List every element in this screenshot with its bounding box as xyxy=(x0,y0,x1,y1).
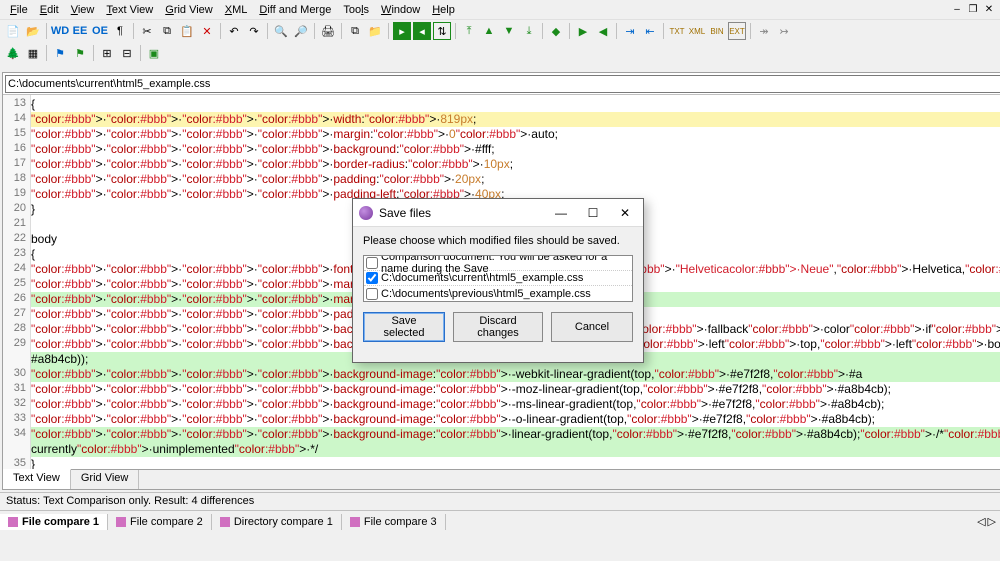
first-diff-icon[interactable]: ⤒ xyxy=(460,22,478,40)
left-pane-header: ▾ 📂 💾 💾 🔄 xyxy=(3,73,1000,95)
doctab-2[interactable]: File compare 2 xyxy=(108,514,212,530)
doctab-icon xyxy=(220,517,230,527)
tab-prev-icon[interactable]: ◁ xyxy=(977,515,985,528)
toolbar-secondary: 🌲 ▦ ⚑ ⚑ ⊞ ⊟ ▣ xyxy=(0,42,1000,64)
save-files-dialog: Save files — ☐ ✕ Please choose which mod… xyxy=(352,198,644,363)
ee-icon[interactable]: EE xyxy=(71,22,89,40)
flag-green-icon[interactable]: ⚑ xyxy=(71,44,89,62)
collapse-icon[interactable]: ⊟ xyxy=(118,44,136,62)
menu-gridview[interactable]: Grid View xyxy=(159,2,219,18)
copy-icon[interactable]: ⧉ xyxy=(158,22,176,40)
compare-dirs-icon[interactable]: 📁 xyxy=(366,22,384,40)
menu-file[interactable]: File xyxy=(4,2,34,18)
oe-icon[interactable]: OE xyxy=(91,22,109,40)
flag-blue-icon[interactable]: ⚑ xyxy=(51,44,69,62)
left-gutter: 1314151617181920212223242526272829303132… xyxy=(3,95,31,469)
tree-icon[interactable]: 🌲 xyxy=(4,44,22,62)
dialog-row[interactable]: Comparison document: You will be asked f… xyxy=(364,256,632,271)
paste-icon[interactable]: 📋 xyxy=(178,22,196,40)
quick-nav2-icon[interactable]: ↣ xyxy=(775,22,793,40)
quick-nav-icon[interactable]: ↠ xyxy=(755,22,773,40)
new-icon[interactable]: 📄 xyxy=(4,22,22,40)
expand-icon[interactable]: ⊞ xyxy=(98,44,116,62)
menu-xml[interactable]: XML xyxy=(219,2,254,18)
doctab-icon xyxy=(116,517,126,527)
mode-xml-icon[interactable]: XML xyxy=(688,22,706,40)
menu-view[interactable]: View xyxy=(65,2,101,18)
close-icon[interactable]: ✕ xyxy=(982,4,996,15)
mode-txt-icon[interactable]: TXT xyxy=(668,22,686,40)
tab-next-icon[interactable]: ▷ xyxy=(988,515,996,528)
row-checkbox[interactable] xyxy=(366,272,378,284)
save-selected-button[interactable]: Save selected xyxy=(363,312,445,342)
menu-window[interactable]: Window xyxy=(375,2,426,18)
document-tabs: File compare 1 File compare 2 Directory … xyxy=(0,510,1000,532)
cancel-button[interactable]: Cancel xyxy=(551,312,633,342)
menu-bar: File Edit View Text View Grid View XML D… xyxy=(0,0,1000,20)
doctab-3[interactable]: Directory compare 1 xyxy=(212,514,342,530)
dialog-close-icon[interactable]: ✕ xyxy=(613,206,637,220)
dialog-row[interactable]: C:\documents\previous\html5_example.css xyxy=(364,286,632,301)
redo-icon[interactable]: ↷ xyxy=(245,22,263,40)
row-checkbox[interactable] xyxy=(366,257,378,269)
delete-icon[interactable]: ✕ xyxy=(198,22,216,40)
status-bar: Status: Text Comparison only. Result: 4 … xyxy=(0,492,1000,510)
tab-text-view[interactable]: Text View xyxy=(3,469,71,489)
current-diff-icon[interactable]: ◆ xyxy=(547,22,565,40)
prev-diff-icon[interactable]: ▲ xyxy=(480,22,498,40)
sync-scroll-icon[interactable]: ⇅ xyxy=(433,22,451,40)
dialog-maximize-icon[interactable]: ☐ xyxy=(581,206,605,220)
mode-ext-icon[interactable]: EXT xyxy=(728,22,746,40)
merge-left-icon[interactable]: ◂ xyxy=(413,22,431,40)
app-icon xyxy=(359,206,373,220)
mode-bin-icon[interactable]: BIN xyxy=(708,22,726,40)
row-checkbox[interactable] xyxy=(366,288,378,300)
copy-l2r-icon[interactable]: ▶ xyxy=(574,22,592,40)
doctab-icon xyxy=(8,517,18,527)
doctab-icon xyxy=(350,517,360,527)
table-icon[interactable]: ▦ xyxy=(24,44,42,62)
run-diff-icon[interactable]: ▸ xyxy=(393,22,411,40)
dialog-file-list: Comparison document: You will be asked f… xyxy=(363,255,633,302)
menu-tools[interactable]: Tools xyxy=(337,2,375,18)
toolbar-main: 📄 📂 WD EE OE ¶ ✂ ⧉ 📋 ✕ ↶ ↷ 🔍 🔎 🖨 ⧉ 📁 ▸ ◂… xyxy=(0,20,1000,42)
export-icon[interactable]: ⇥ xyxy=(621,22,639,40)
open-icon[interactable]: 📂 xyxy=(24,22,42,40)
find-icon[interactable]: 🔍 xyxy=(272,22,290,40)
wd-icon[interactable]: WD xyxy=(51,22,69,40)
dialog-title: Save files xyxy=(379,206,431,220)
copy-r2l-icon[interactable]: ◀ xyxy=(594,22,612,40)
doctab-4[interactable]: File compare 3 xyxy=(342,514,446,530)
print-icon[interactable]: 🖨 xyxy=(319,22,337,40)
next-diff-icon[interactable]: ▼ xyxy=(500,22,518,40)
menu-help[interactable]: Help xyxy=(426,2,461,18)
undo-icon[interactable]: ↶ xyxy=(225,22,243,40)
minimize-icon[interactable]: – xyxy=(950,4,964,15)
doctab-1[interactable]: File compare 1 xyxy=(0,514,108,530)
find-next-icon[interactable]: 🔎 xyxy=(292,22,310,40)
tab-grid-view[interactable]: Grid View xyxy=(71,470,139,489)
dialog-prompt: Please choose which modified files shoul… xyxy=(363,235,633,247)
show-ws-icon[interactable]: ¶ xyxy=(111,22,129,40)
export2-icon[interactable]: ⇤ xyxy=(641,22,659,40)
left-path-input[interactable] xyxy=(5,75,1000,93)
menu-diffmerge[interactable]: Diff and Merge xyxy=(253,2,337,18)
compare-files-icon[interactable]: ⧉ xyxy=(346,22,364,40)
diff-region-icon[interactable]: ▣ xyxy=(145,44,163,62)
menu-textview[interactable]: Text View xyxy=(100,2,159,18)
cut-icon[interactable]: ✂ xyxy=(138,22,156,40)
last-diff-icon[interactable]: ⤓ xyxy=(520,22,538,40)
discard-changes-button[interactable]: Discard changes xyxy=(453,312,543,342)
menu-edit[interactable]: Edit xyxy=(34,2,65,18)
restore-icon[interactable]: ❐ xyxy=(966,4,980,15)
dialog-minimize-icon[interactable]: — xyxy=(549,206,573,220)
